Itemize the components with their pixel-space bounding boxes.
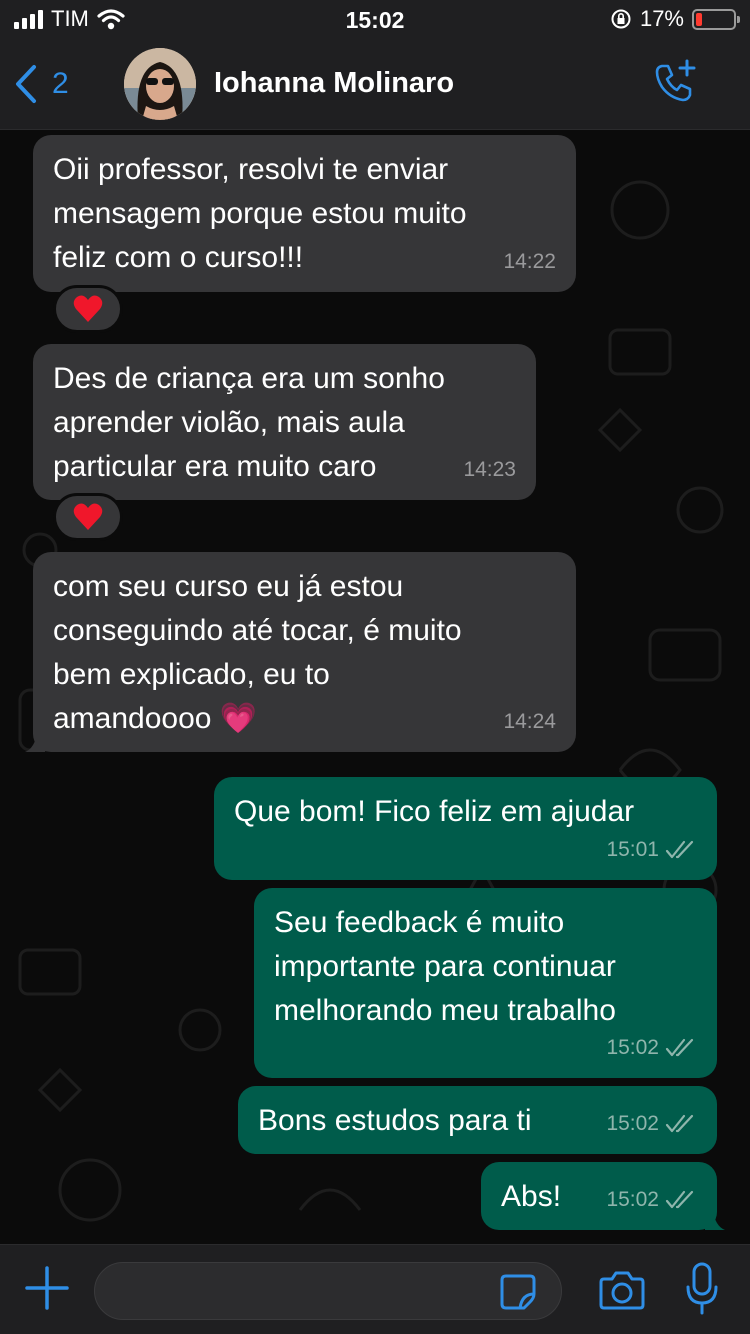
battery-percent: 17% (639, 6, 684, 31)
plus-icon[interactable] (24, 1265, 70, 1311)
message-meta: 15:02 (606, 1026, 697, 1070)
message-outgoing[interactable]: Bons estudos para ti 15:02 (238, 1086, 717, 1154)
message-time: 14:23 (463, 458, 516, 481)
message-time: 15:02 (606, 1188, 659, 1211)
bubble-tail (25, 732, 45, 752)
rotation-lock-icon (611, 9, 631, 29)
double-check-icon (665, 1190, 694, 1209)
contact-avatar[interactable] (124, 48, 196, 120)
status-bar: TIM 15:02 17% (0, 0, 750, 44)
chat-header: 2 Iohanna Molinaro (0, 44, 750, 130)
double-check-icon (665, 1114, 694, 1133)
message-time: 14:22 (503, 250, 556, 273)
chat-area[interactable]: Oii professor, resolvi te enviar mensage… (0, 130, 750, 1244)
double-check-icon (665, 1038, 694, 1057)
message-outgoing[interactable]: Abs! 15:02 (481, 1162, 725, 1230)
message-time: 14:24 (503, 710, 556, 733)
heart-icon (73, 295, 103, 322)
back-button[interactable]: 2 (14, 64, 69, 104)
message-outgoing[interactable]: Que bom! Fico feliz em ajudar 15:01 (214, 777, 717, 880)
double-check-icon (665, 840, 694, 859)
microphone-icon[interactable] (684, 1261, 720, 1317)
message-meta: 15:02 (606, 1178, 697, 1222)
message-meta: 15:01 (606, 828, 697, 872)
input-bar (0, 1244, 750, 1334)
chevron-left-icon (16, 65, 36, 103)
message-text: com seu curso eu já estou conseguindo at… (53, 570, 462, 735)
message-text: Des de criança era um sonho aprender vio… (53, 362, 445, 483)
message-incoming[interactable]: Des de criança era um sonho aprender vio… (33, 344, 536, 500)
status-right: 17% (610, 6, 740, 32)
sticker-icon[interactable] (498, 1272, 538, 1312)
contact-name[interactable]: Iohanna Molinaro (214, 67, 454, 100)
reaction-badge[interactable] (53, 285, 123, 333)
message-text: Seu feedback é muito importante para con… (274, 906, 616, 1027)
message-outgoing[interactable]: Seu feedback é muito importante para con… (254, 888, 717, 1078)
message-time: 15:02 (606, 1036, 659, 1059)
add-call-icon[interactable] (650, 58, 698, 106)
message-text: Oii professor, resolvi te enviar mensage… (53, 153, 467, 274)
camera-icon[interactable] (598, 1267, 646, 1313)
battery-icon (692, 8, 740, 30)
message-input[interactable] (94, 1262, 562, 1320)
message-incoming[interactable]: Oii professor, resolvi te enviar mensage… (33, 135, 576, 292)
message-incoming[interactable]: com seu curso eu já estou conseguindo at… (25, 552, 576, 752)
reaction-badge[interactable] (53, 493, 123, 541)
message-time: 15:02 (606, 1112, 659, 1135)
bubble-tail (705, 1210, 725, 1230)
avatar-image (124, 48, 196, 120)
message-time: 15:01 (606, 838, 659, 861)
message-meta: 15:02 (606, 1102, 697, 1146)
unread-count: 2 (52, 67, 69, 100)
heart-icon (73, 503, 103, 530)
